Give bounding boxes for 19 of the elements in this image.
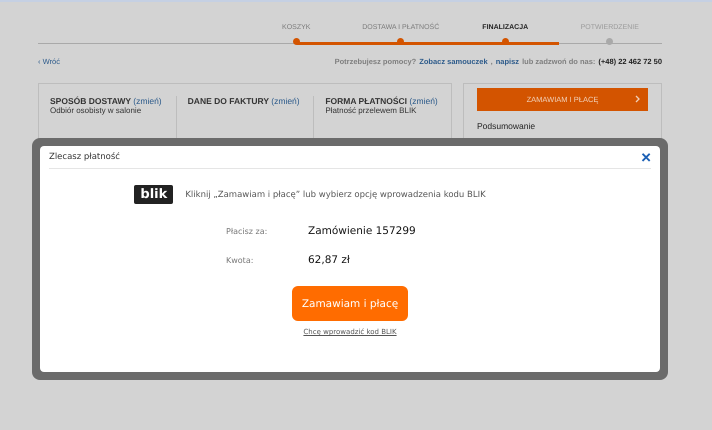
- field-value: 62,87 zł: [308, 254, 350, 266]
- section-title: FORMA PŁATNOŚCI (zmień): [325, 96, 439, 106]
- change-link[interactable]: (zmień): [133, 96, 162, 106]
- close-button[interactable]: ×: [641, 148, 651, 166]
- section-value: Płatność przelewem BLIK: [325, 106, 418, 115]
- section-value: Odbiór osobisty w salonie: [50, 106, 142, 115]
- dialog-title: Zlecasz płatność: [49, 152, 120, 162]
- section-title: SPOSÓB DOSTAWY (zmień): [50, 96, 163, 106]
- field-value: Zamówienie 157299: [308, 225, 416, 237]
- field-label: Kwota:: [226, 256, 254, 265]
- change-link[interactable]: (zmień): [409, 96, 438, 106]
- section-title: DANE DO FAKTURY (zmień): [188, 96, 301, 106]
- instruction-text: Kliknij „Zamawiam i płacę” lub wybierz opcję wprowadzenia kodu BLIK: [185, 190, 486, 200]
- summary-heading: Podsumowanie: [477, 121, 536, 131]
- chevron-right-icon: [635, 95, 640, 103]
- blik-logo: blik: [134, 185, 174, 204]
- change-link[interactable]: (zmień): [271, 96, 300, 106]
- confirm-button[interactable]: Zamawiam i płacę: [292, 286, 408, 321]
- field-label: Płacisz za:: [226, 227, 268, 236]
